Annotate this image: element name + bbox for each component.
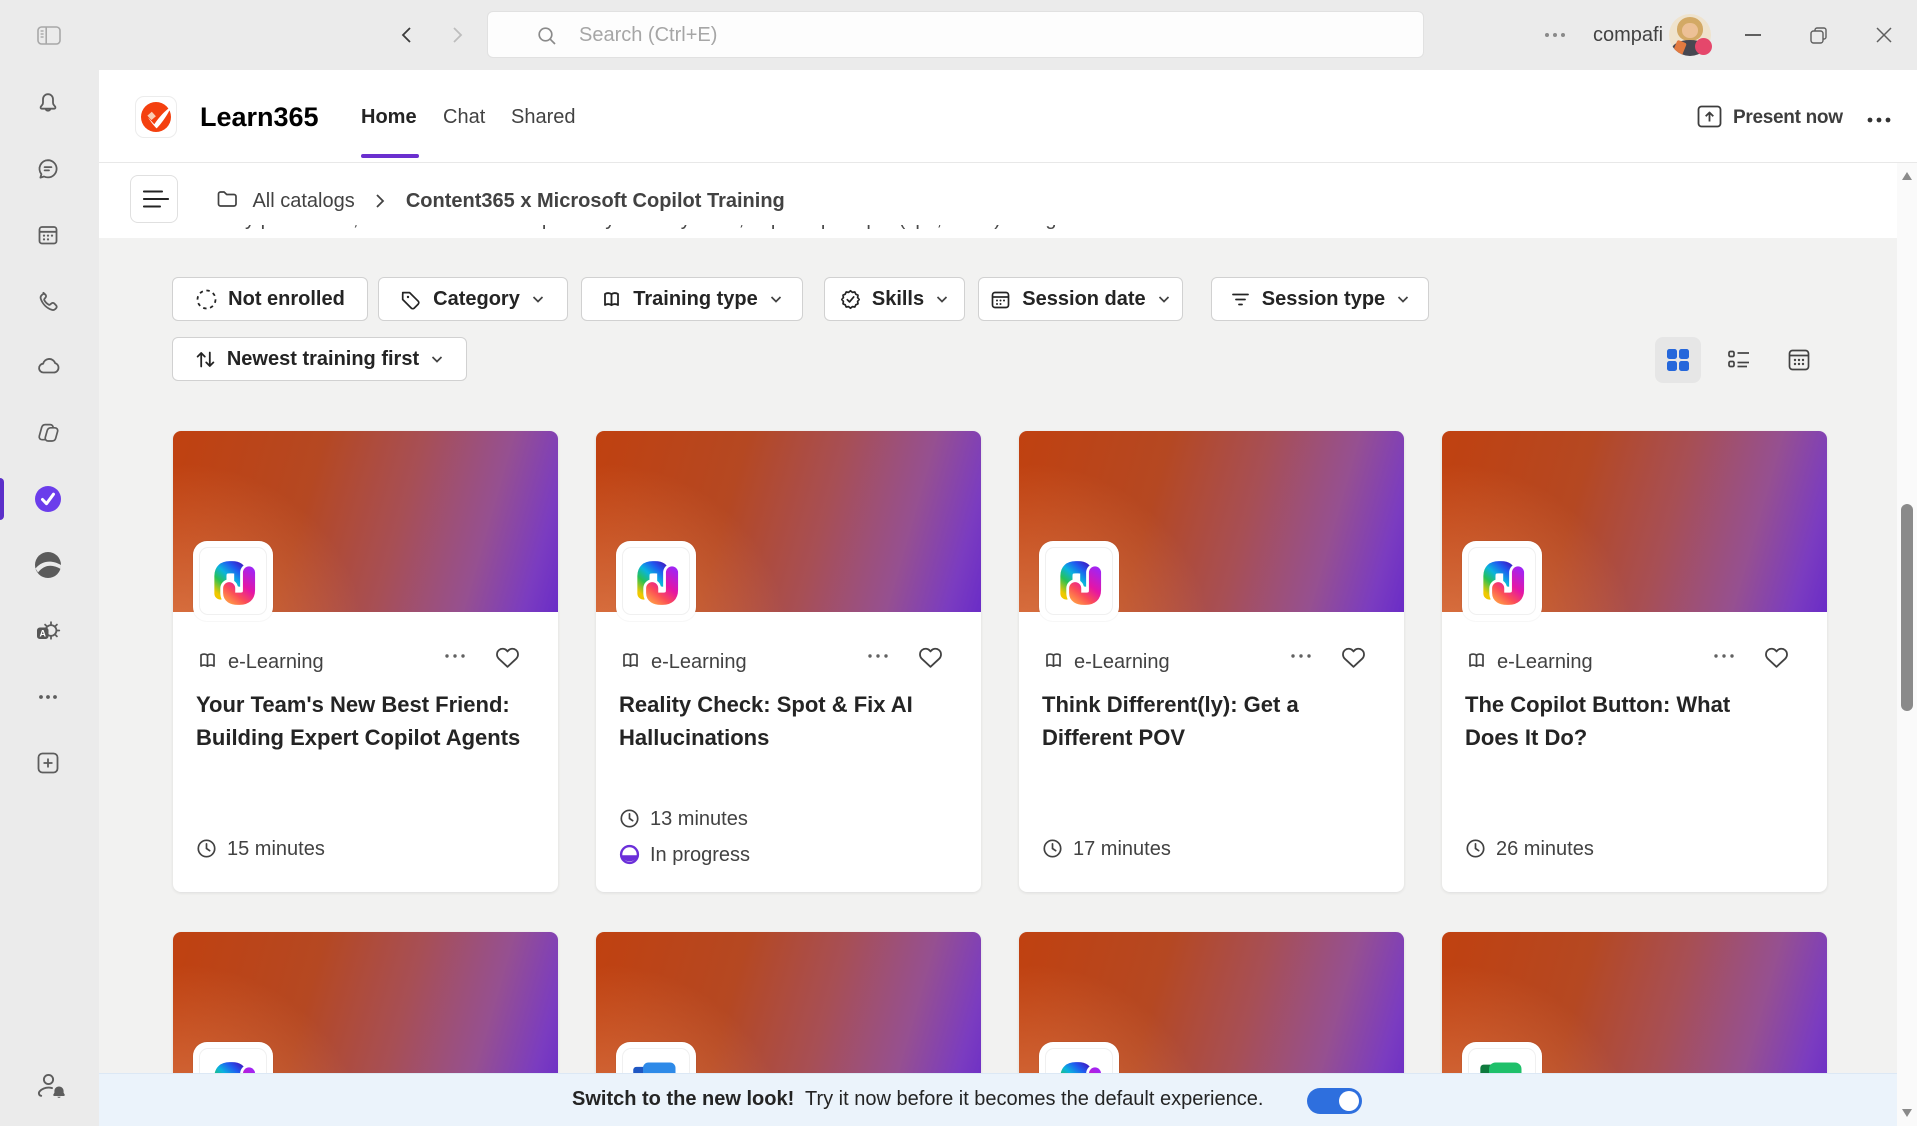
svg-text:A: A <box>40 629 47 639</box>
